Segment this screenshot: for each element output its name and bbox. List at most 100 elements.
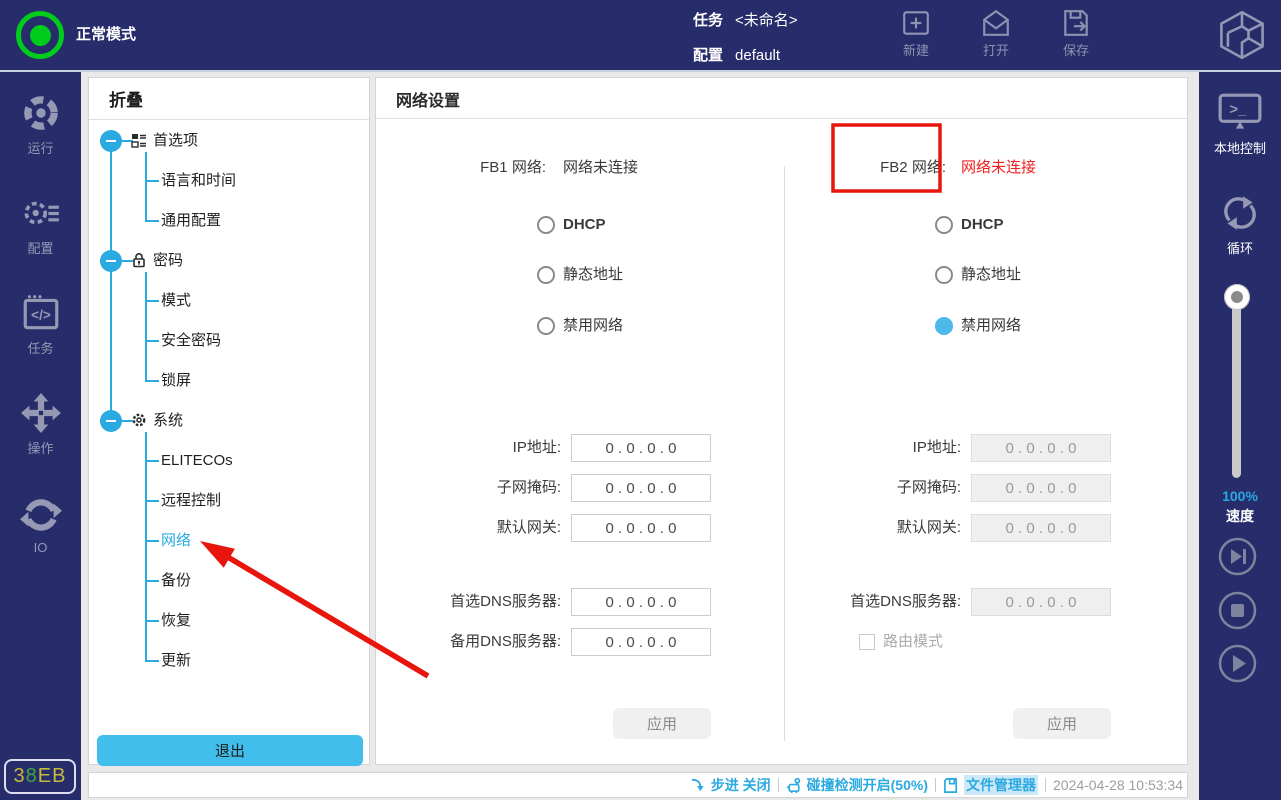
- fb1-radio-static[interactable]: [537, 266, 555, 284]
- fb2-gateway-label: 默认网关:: [896, 519, 961, 536]
- fb1-ip-input[interactable]: 0 . 0 . 0 . 0: [571, 434, 711, 462]
- play-button[interactable]: [1218, 644, 1257, 683]
- fb1-ip-label: IP地址:: [512, 439, 561, 456]
- save-button[interactable]: 保存: [1044, 8, 1108, 59]
- badge-char: 8: [25, 765, 38, 787]
- status-bar: 步进 关闭 碰撞检测开启(50%) 文件管理器 2024-04-28 10:53…: [88, 772, 1188, 798]
- tree-item-general-config[interactable]: 通用配置: [161, 210, 221, 232]
- collapse-header[interactable]: 折叠: [109, 86, 143, 111]
- sidebar-item-run[interactable]: 运行: [0, 92, 81, 157]
- fb1-radio-static-label: 静态地址: [563, 266, 624, 283]
- step-status[interactable]: 步进 关闭: [690, 775, 771, 795]
- fb1-radio-dhcp[interactable]: [537, 216, 555, 234]
- fb1-apply-button[interactable]: 应用: [613, 708, 711, 739]
- main-header-divider: [376, 118, 1187, 119]
- collapse-node-system[interactable]: [100, 410, 122, 432]
- speed-slider-knob[interactable]: [1224, 284, 1250, 310]
- tree-header-divider: [89, 119, 369, 120]
- exit-button[interactable]: 退出: [97, 735, 363, 766]
- topbar-divider: [0, 70, 1281, 72]
- fb1-mask-input[interactable]: 0 . 0 . 0 . 0: [571, 474, 711, 502]
- fb2-radio-dhcp[interactable]: [935, 216, 953, 234]
- sidebar-item-task[interactable]: </> 任务: [0, 292, 81, 357]
- network-settings-panel: 网络设置 FB1 网络: 网络未连接 DHCP 静态地址 禁用网络 IP地址: …: [375, 77, 1188, 765]
- speed-label: 速度: [1226, 508, 1254, 524]
- tree-item-language-time[interactable]: 语言和时间: [161, 170, 236, 192]
- fb2-mask-input-disabled: 0 . 0 . 0 . 0: [971, 474, 1111, 502]
- robot-icon: [786, 777, 803, 794]
- badge-char: B: [52, 765, 67, 787]
- new-file-icon: [901, 8, 931, 38]
- fb1-radio-disable[interactable]: [537, 317, 555, 335]
- tree-branch-line: [145, 152, 147, 222]
- sidebar-item-io-label: IO: [33, 540, 48, 555]
- disk-icon: [943, 777, 960, 794]
- save-icon: [1061, 8, 1091, 38]
- fb1-dns2-input[interactable]: 0 . 0 . 0 . 0: [571, 628, 711, 656]
- robot-status-indicator[interactable]: [16, 11, 64, 59]
- code-window-icon: </>: [20, 292, 62, 334]
- fb2-radio-disable-label: 禁用网络: [961, 317, 1022, 334]
- tree-connector: [146, 620, 159, 622]
- tree-item-network-selected[interactable]: 网络: [161, 530, 191, 552]
- sidebar-item-operate[interactable]: 操作: [0, 392, 81, 457]
- tree-item-mode[interactable]: 模式: [161, 290, 191, 312]
- tree-item-system[interactable]: 系统: [153, 410, 183, 432]
- sidebar-item-run-label: 运行: [27, 141, 54, 156]
- tree-item-update[interactable]: 更新: [161, 650, 191, 672]
- sidebar-item-io[interactable]: IO: [0, 494, 81, 555]
- skip-icon: [1218, 537, 1257, 576]
- tree-item-lock-screen[interactable]: 锁屏: [161, 370, 191, 392]
- tree-trunk-line: [110, 141, 112, 422]
- fb1-radio-dhcp-label: DHCP: [563, 216, 606, 233]
- fb2-dns1-label: 首选DNS服务器:: [850, 593, 961, 610]
- fb2-radio-static[interactable]: [935, 266, 953, 284]
- collapse-node-preferences[interactable]: [100, 130, 122, 152]
- tree-connector: [146, 540, 159, 542]
- status-separator: [777, 778, 779, 792]
- tree-item-restore[interactable]: 恢复: [161, 610, 191, 632]
- fb1-gateway-label: 默认网关:: [496, 519, 561, 536]
- tree-connector: [146, 500, 159, 502]
- tree-connector: [146, 340, 159, 342]
- tree-connector: [146, 660, 159, 662]
- step-status-label: 步进 关闭: [710, 777, 771, 793]
- file-manager-button[interactable]: 文件管理器: [943, 775, 1038, 795]
- open-button[interactable]: 打开: [964, 8, 1028, 59]
- local-control-label: 本地控制: [1213, 141, 1266, 156]
- tree-item-backup[interactable]: 备份: [161, 570, 191, 592]
- tree-item-elitecos[interactable]: ELITECOs: [161, 450, 233, 472]
- stop-button[interactable]: [1218, 591, 1257, 630]
- sidebar-item-task-label: 任务: [27, 341, 54, 356]
- tree-item-preferences[interactable]: 首选项: [153, 130, 198, 152]
- fb2-radio-disable-checked[interactable]: [935, 317, 953, 335]
- step-forward-button[interactable]: [1218, 537, 1257, 576]
- fb1-dns1-label: 首选DNS服务器:: [450, 593, 561, 610]
- fb1-network-status: 网络未连接: [563, 159, 639, 176]
- fb2-gateway-input-disabled: 0 . 0 . 0 . 0: [971, 514, 1111, 542]
- brand-logo-icon: [1216, 9, 1268, 61]
- column-divider: [784, 166, 785, 741]
- sidebar-item-config[interactable]: 配置: [0, 192, 81, 257]
- new-button[interactable]: 新建: [884, 8, 948, 59]
- fb2-route-mode-checkbox[interactable]: [859, 634, 875, 650]
- fb1-dns1-input[interactable]: 0 . 0 . 0 . 0: [571, 588, 711, 616]
- fb2-network-label: FB2 网络:: [880, 159, 946, 176]
- status-dot-icon: [29, 24, 51, 46]
- status-separator: [935, 778, 936, 792]
- fb1-gateway-input[interactable]: 0 . 0 . 0 . 0: [571, 514, 711, 542]
- tree-item-password[interactable]: 密码: [153, 250, 183, 272]
- local-control-button[interactable]: >_ 本地控制: [1199, 92, 1281, 157]
- settings-tree-panel: 折叠 首选项 语言和时间 通用配置 密码 模式 安全密码 锁屏 系统 ELITE…: [88, 77, 370, 766]
- fb2-apply-button[interactable]: 应用: [1013, 708, 1111, 739]
- tree-connector: [146, 300, 159, 302]
- collapse-node-password[interactable]: [100, 250, 122, 272]
- speed-slider-track[interactable]: [1232, 300, 1241, 478]
- loop-button[interactable]: 循环: [1199, 192, 1281, 257]
- open-file-icon: [981, 8, 1011, 38]
- tree-item-safety-password[interactable]: 安全密码: [161, 330, 221, 352]
- task-label: 任务: [693, 12, 724, 29]
- collision-status[interactable]: 碰撞检测开启(50%): [786, 775, 928, 795]
- tree-item-remote-control[interactable]: 远程控制: [161, 490, 221, 512]
- run-icon: [20, 92, 62, 134]
